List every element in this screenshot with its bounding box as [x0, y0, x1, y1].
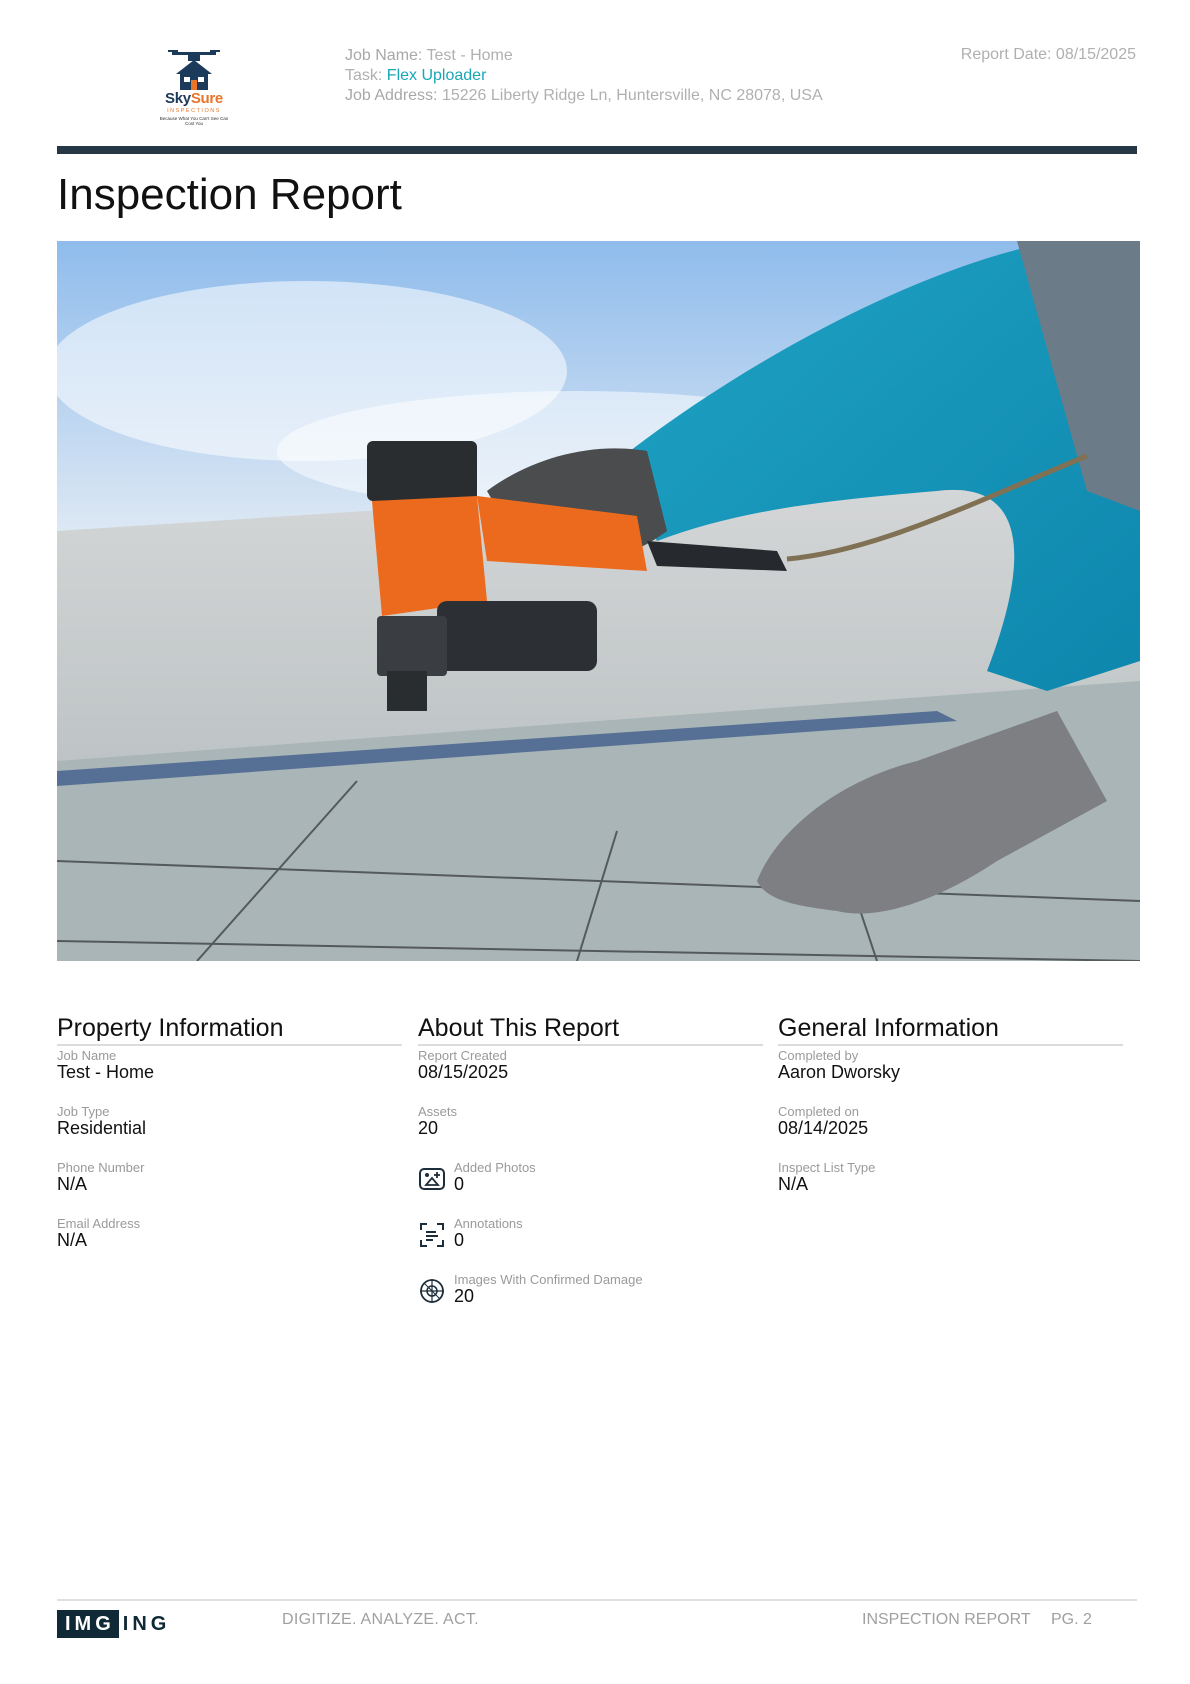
skysure-logo: SkySure INSPECTIONS Because What You Can…: [158, 48, 230, 128]
field-value: 20: [454, 1286, 475, 1306]
header-divider-bar: [57, 146, 1137, 154]
field-label: Report Created: [418, 1048, 507, 1063]
field-value: 08/14/2025: [778, 1118, 869, 1138]
logo-sub: INSPECTIONS: [167, 108, 221, 114]
report-date: Report Date: 08/15/2025: [960, 46, 1136, 63]
logo-rest-text: ING: [122, 1612, 171, 1635]
field-value: 0: [454, 1230, 465, 1250]
field-label: Phone Number: [57, 1160, 145, 1175]
field-value: N/A: [778, 1174, 809, 1194]
about-this-report-heading: About This Report: [418, 1013, 763, 1046]
page-number: PG. 2: [1051, 1611, 1092, 1628]
field-report-created: Report Created 08/15/2025: [418, 1049, 763, 1102]
property-information-section: Property Information Job Name Test - Hom…: [57, 1013, 402, 1270]
field-job-type: Job Type Residential: [57, 1105, 402, 1158]
field-value: Residential: [57, 1118, 147, 1138]
field-email-address: Email Address N/A: [57, 1217, 402, 1270]
field-value: Aaron Dworsky: [778, 1062, 901, 1082]
about-this-report-section: About This Report Report Created 08/15/2…: [418, 1013, 763, 1326]
job-name-line: Job Name: Test - Home: [345, 46, 823, 66]
field-value: Test - Home: [57, 1062, 155, 1082]
field-completed-on: Completed on 08/14/2025: [778, 1105, 1123, 1158]
field-job-name: Job Name Test - Home: [57, 1049, 402, 1102]
field-completed-by: Completed by Aaron Dworsky: [778, 1049, 1123, 1102]
field-inspect-list-type: Inspect List Type N/A: [778, 1161, 1123, 1214]
field-annotations: Annotations 0: [418, 1217, 763, 1270]
job-address-value: 15226 Liberty Ridge Ln, Huntersville, NC…: [441, 87, 823, 104]
damage-target-icon: [420, 1279, 444, 1303]
annotation-icon: [420, 1223, 444, 1247]
drone-house-icon: [168, 50, 220, 90]
field-value: N/A: [57, 1174, 88, 1194]
add-photo-icon: [419, 1168, 445, 1190]
logo-tagline: Because What You Can't See Can Cost You: [159, 116, 229, 126]
field-added-photos: Added Photos 0: [418, 1161, 763, 1214]
field-label: Job Type: [57, 1104, 110, 1119]
logo-box-text: IMG: [57, 1610, 119, 1638]
field-label: Annotations: [454, 1216, 523, 1231]
footer-divider: [57, 1599, 1137, 1601]
task-label: Task:: [345, 67, 383, 84]
page-title: Inspection Report: [57, 170, 402, 219]
field-value: N/A: [57, 1230, 88, 1250]
field-value: 08/15/2025: [418, 1062, 509, 1082]
field-images-confirmed-damage: Images With Confirmed Damage 20: [418, 1273, 763, 1326]
task-line: Task: Flex Uploader: [345, 66, 823, 86]
field-label: Assets: [418, 1104, 458, 1119]
field-label: Added Photos: [454, 1160, 536, 1175]
job-meta: Job Name: Test - Home Task: Flex Uploade…: [345, 46, 823, 106]
field-label: Images With Confirmed Damage: [454, 1272, 643, 1287]
footer-tagline: DIGITIZE. ANALYZE. ACT.: [282, 1611, 479, 1628]
job-address-label: Job Address:: [345, 87, 438, 104]
task-link[interactable]: Flex Uploader: [387, 67, 487, 84]
job-name-value: Test - Home: [426, 47, 513, 64]
general-information-section: General Information Completed by Aaron D…: [778, 1013, 1123, 1214]
general-information-heading: General Information: [778, 1013, 1123, 1046]
property-information-heading: Property Information: [57, 1013, 402, 1046]
logo-brand: SkySure: [165, 90, 223, 107]
field-value: 20: [418, 1118, 439, 1138]
field-value: 0: [454, 1174, 465, 1194]
hero-photo: [57, 241, 1140, 961]
field-label: Completed by: [778, 1048, 859, 1063]
job-address-line: Job Address: 15226 Liberty Ridge Ln, Hun…: [345, 86, 823, 106]
field-label: Email Address: [57, 1216, 141, 1231]
field-label: Job Name: [57, 1048, 117, 1063]
imging-logo: IMG ING: [57, 1610, 170, 1638]
field-label: Inspect List Type: [778, 1160, 876, 1175]
footer-report-label: INSPECTION REPORT: [862, 1611, 1031, 1628]
field-label: Completed on: [778, 1104, 859, 1119]
roofer-nail-gun-photo: [57, 241, 1140, 961]
job-name-label: Job Name:: [345, 47, 423, 64]
field-phone-number: Phone Number N/A: [57, 1161, 402, 1214]
field-assets: Assets 20: [418, 1105, 763, 1158]
